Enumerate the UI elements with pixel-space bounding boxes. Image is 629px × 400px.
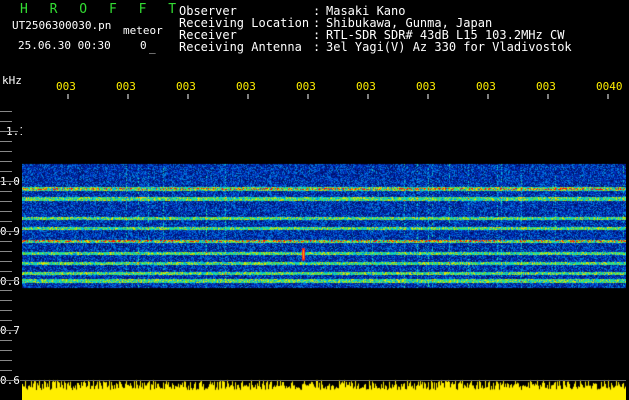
- x-tick-label: 003: [536, 80, 556, 93]
- y-tick-label: 0.7: [0, 324, 20, 337]
- waterfall-spectrogram: [22, 98, 626, 378]
- x-tick-label: 003: [236, 80, 256, 93]
- y-tick-label: 0.6: [0, 374, 20, 387]
- x-tick-label: 0040: [596, 80, 623, 93]
- signal-level-bars: [22, 378, 626, 400]
- app-title: H R O F F T: [20, 2, 184, 17]
- mode-label: meteor: [123, 24, 163, 37]
- x-tick-label: 003: [476, 80, 496, 93]
- x-tick-label: 003: [356, 80, 376, 93]
- x-tick-label: 003: [296, 80, 316, 93]
- x-tick-label: 003: [116, 80, 136, 93]
- x-tick-label: 003: [416, 80, 436, 93]
- count: 0: [140, 39, 147, 52]
- x-tick-label: 003: [176, 80, 196, 93]
- info-sep: :: [313, 40, 321, 54]
- waterfall-plot: [22, 98, 626, 398]
- y-tick-label: 0.9: [0, 225, 20, 238]
- info-value-antenna: 3el Yagi(V) Az 330 for Vladivostok: [326, 40, 572, 54]
- filename: UT2506300030.pn: [12, 19, 112, 32]
- y-tick-label: 0.8: [0, 275, 20, 288]
- count-suffix: _: [149, 41, 156, 54]
- x-tick-label: 003: [56, 80, 76, 93]
- datetime: 25.06.30 00:30: [18, 39, 111, 52]
- info-key-antenna: Receiving Antenna: [179, 40, 302, 54]
- y-tick-label: 1.0: [0, 175, 20, 188]
- y-unit-label: kHz: [2, 74, 22, 87]
- hrofft-window: H R O F F T UT2506300030.pn meteor 25.06…: [0, 0, 629, 400]
